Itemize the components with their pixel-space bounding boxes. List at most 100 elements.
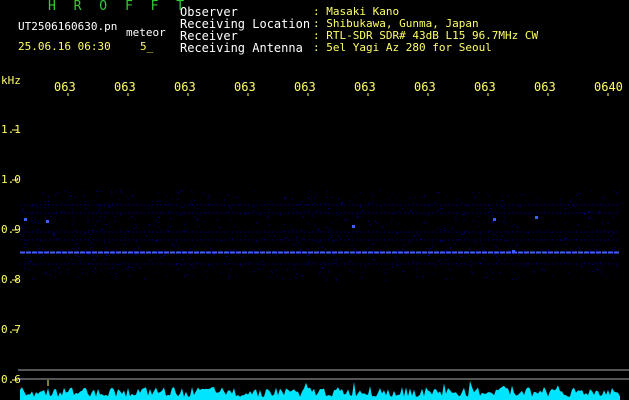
noise-speck <box>594 262 597 264</box>
noise-speck <box>232 249 235 251</box>
noise-speck <box>507 233 509 235</box>
noise-speck <box>489 210 491 212</box>
noise-speck <box>21 274 23 276</box>
noise-speck <box>295 210 297 212</box>
noise-speck <box>131 215 133 217</box>
noise-speck <box>115 191 117 193</box>
noise-speck <box>158 227 160 229</box>
noise-speck <box>619 203 622 205</box>
noise-speck <box>199 236 202 238</box>
noise-speck <box>337 198 340 200</box>
noise-speck <box>283 223 286 225</box>
noise-speck <box>314 224 316 226</box>
noise-speck <box>258 260 261 262</box>
noise-speck <box>169 203 172 205</box>
noise-speck <box>503 207 505 209</box>
noise-speck <box>492 279 494 281</box>
noise-speck <box>113 216 116 218</box>
noise-speck <box>250 274 252 276</box>
noise-speck <box>164 255 166 257</box>
noise-speck <box>181 206 184 208</box>
y-axis-tick-label: 1.1 <box>1 123 21 136</box>
noise-speck <box>100 270 102 272</box>
noise-speck <box>166 229 168 231</box>
noise-speck <box>446 195 449 197</box>
noise-speck <box>439 207 442 209</box>
noise-speck <box>307 260 309 262</box>
noise-speck <box>405 199 407 201</box>
noise-speck <box>420 238 422 240</box>
noise-speck <box>36 206 38 208</box>
noise-speck <box>413 235 416 237</box>
noise-speck <box>571 276 574 278</box>
noise-speck <box>441 208 443 210</box>
noise-speck <box>102 233 105 235</box>
noise-speck <box>193 199 196 201</box>
noise-speck <box>348 219 350 221</box>
noise-speck <box>468 248 471 250</box>
noise-speck <box>346 235 348 237</box>
noise-speck <box>296 236 298 238</box>
noise-speck <box>194 216 197 218</box>
noise-speck <box>505 240 508 242</box>
noise-speck <box>337 213 340 215</box>
noise-speck <box>537 197 539 199</box>
noise-speck <box>482 257 484 259</box>
noise-speck <box>391 194 393 196</box>
noise-speck <box>356 216 359 218</box>
noise-speck <box>478 261 480 263</box>
noise-speck <box>461 201 463 203</box>
noise-speck <box>409 198 411 200</box>
noise-speck <box>314 240 316 242</box>
noise-speck <box>239 264 242 266</box>
noise-speck <box>409 210 412 212</box>
noise-speck <box>276 275 278 277</box>
noise-speck <box>26 242 29 244</box>
noise-speck <box>589 190 592 192</box>
noise-speck <box>148 224 151 226</box>
noise-speck <box>106 254 108 256</box>
noise-speck <box>155 219 157 221</box>
noise-speck <box>523 265 525 267</box>
noise-speck <box>477 226 480 228</box>
noise-speck <box>426 218 428 220</box>
noise-speck <box>86 273 88 275</box>
noise-speck <box>217 219 219 221</box>
noise-speck <box>601 273 603 275</box>
noise-speck <box>106 203 108 205</box>
noise-speck <box>543 269 546 271</box>
noise-speck <box>612 217 615 219</box>
noise-speck <box>83 195 85 197</box>
noise-speck <box>98 208 101 210</box>
noise-speck <box>455 217 457 219</box>
noise-speck <box>361 209 364 211</box>
noise-speck <box>204 220 206 222</box>
noise-speck <box>352 248 355 250</box>
noise-speck <box>600 198 603 200</box>
noise-speck <box>326 211 328 213</box>
noise-speck <box>78 255 81 257</box>
noise-speck <box>29 259 32 261</box>
noise-speck <box>185 221 188 223</box>
noise-speck <box>489 269 492 271</box>
noise-speck <box>439 241 442 243</box>
noise-speck <box>295 245 298 247</box>
noise-speck <box>85 233 87 235</box>
noise-speck <box>284 198 287 200</box>
noise-speck <box>434 202 437 204</box>
noise-speck <box>456 199 459 201</box>
noise-speck <box>409 242 411 244</box>
noise-speck <box>440 258 443 260</box>
noise-speck <box>505 220 507 222</box>
noise-speck <box>458 239 460 241</box>
noise-speck <box>109 222 111 224</box>
noise-speck <box>178 193 180 195</box>
noise-speck <box>445 249 448 251</box>
noise-speck <box>70 259 73 261</box>
noise-speck <box>307 223 310 225</box>
noise-speck <box>427 255 430 257</box>
noise-speck <box>302 238 305 240</box>
noise-speck <box>437 260 440 262</box>
noise-speck <box>563 262 566 264</box>
noise-speck <box>24 227 27 229</box>
